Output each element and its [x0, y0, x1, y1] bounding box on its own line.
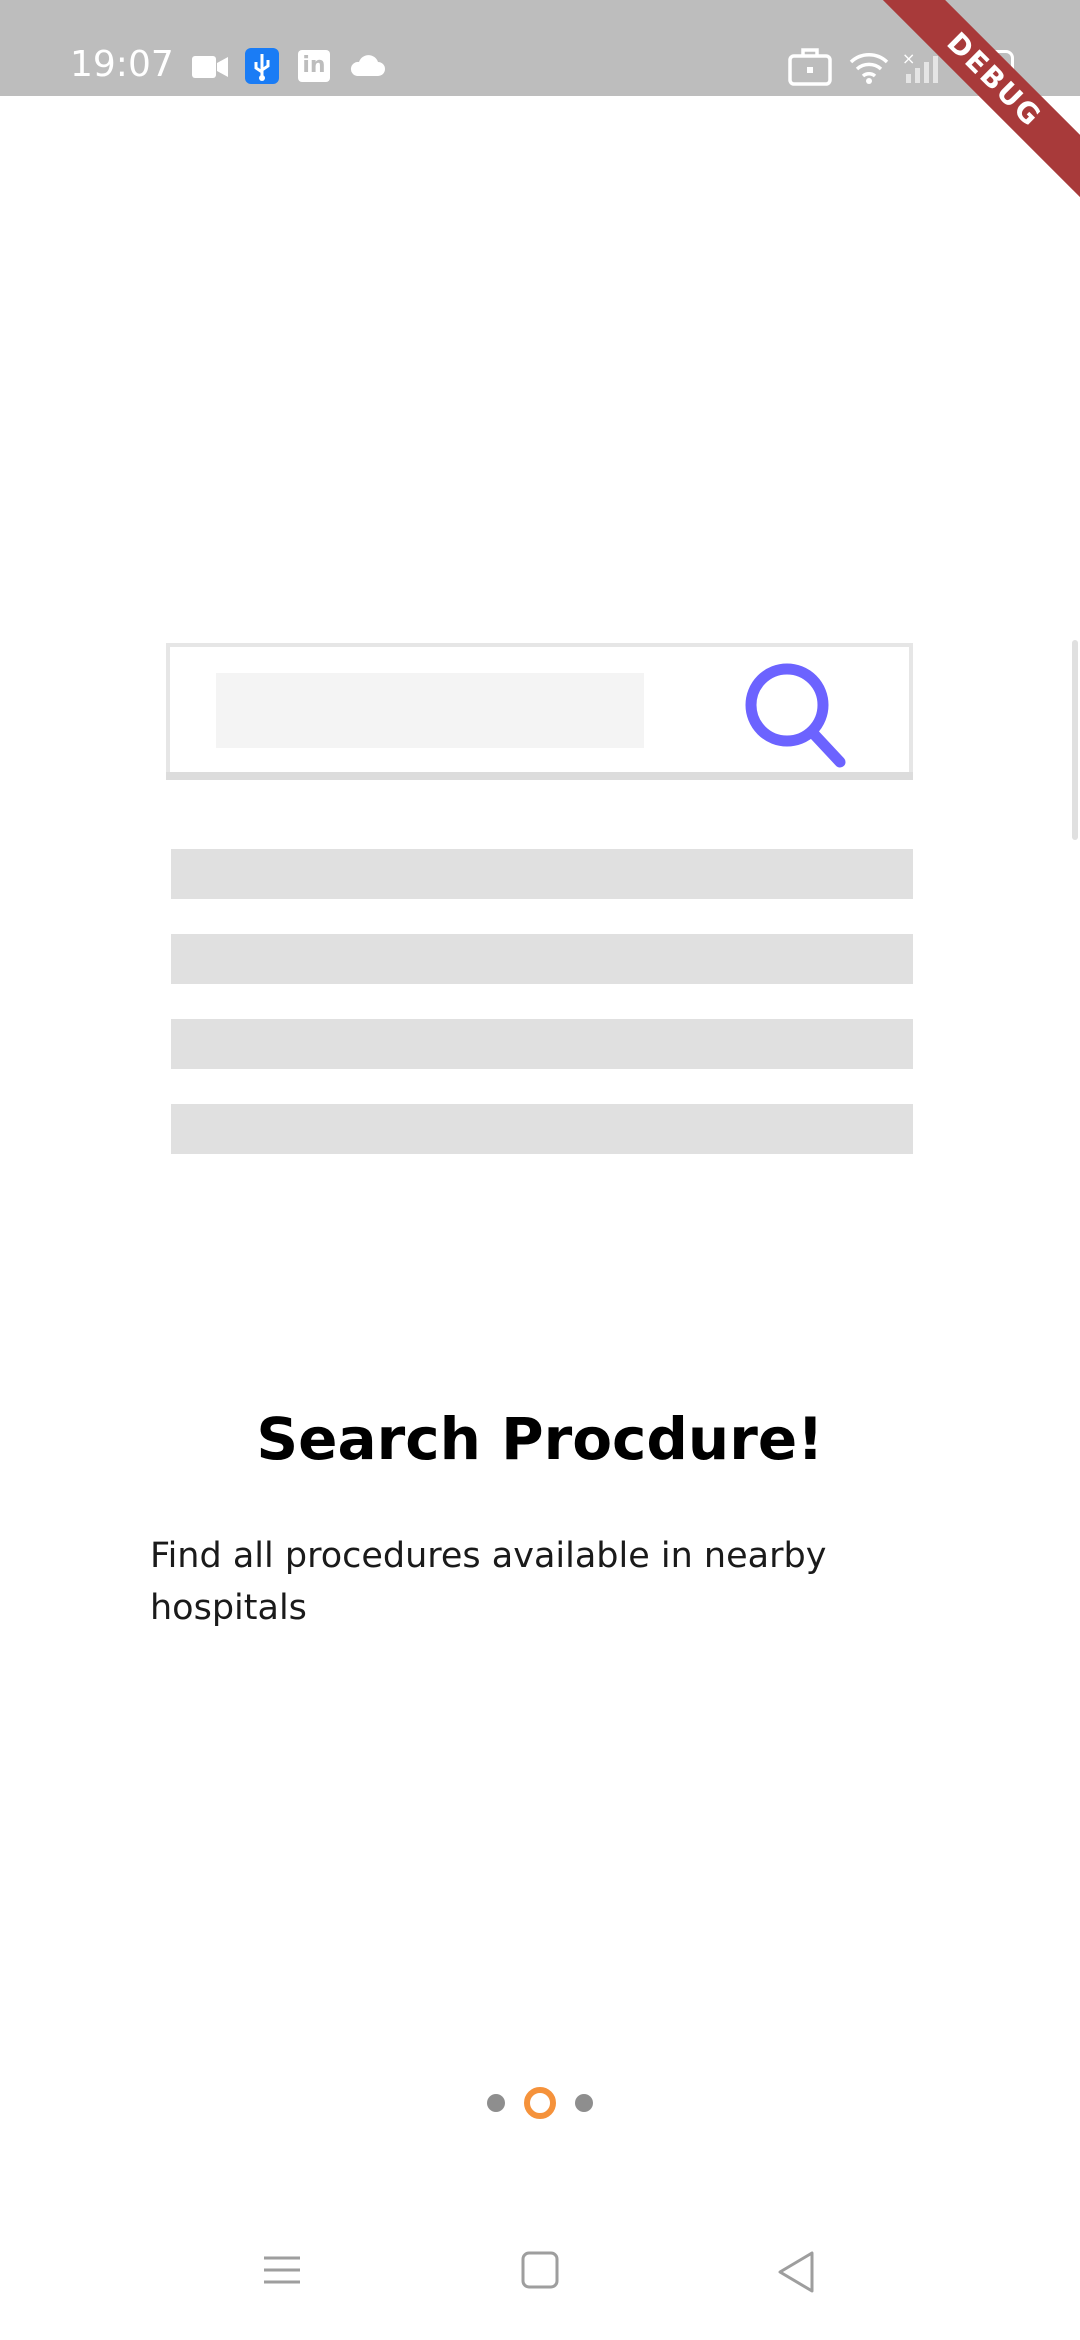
onboarding-title: Search Procdure! — [256, 1405, 824, 1473]
illustration-search-field — [216, 673, 644, 748]
illustration-result-line — [171, 934, 913, 984]
linkedin-icon: in — [298, 50, 330, 82]
page-dot-3[interactable] — [575, 2094, 593, 2112]
illustration-result-line — [171, 1019, 913, 1069]
magnifier-icon — [745, 663, 846, 768]
status-time: 19:07 — [70, 44, 174, 85]
illustration-result-line — [171, 849, 913, 899]
briefcase-icon — [788, 48, 832, 86]
video-camera-icon — [192, 56, 228, 78]
scrollbar[interactable] — [1072, 640, 1078, 840]
usb-icon — [245, 48, 279, 84]
cellular-signal-icon: × — [902, 50, 938, 83]
home-icon[interactable] — [520, 2250, 560, 2290]
back-icon[interactable] — [776, 2250, 816, 2294]
page-dot-1[interactable] — [487, 2094, 505, 2112]
menu-icon[interactable] — [262, 2250, 302, 2290]
wifi-icon — [849, 53, 889, 84]
illustration-search-box-shadow — [166, 772, 913, 780]
onboarding-description: Find all procedures available in nearby … — [150, 1536, 827, 1628]
svg-text:×: × — [902, 50, 915, 68]
page-dot-2-active[interactable] — [524, 2087, 556, 2119]
illustration-result-line — [171, 1104, 913, 1154]
cloud-icon — [350, 55, 385, 76]
